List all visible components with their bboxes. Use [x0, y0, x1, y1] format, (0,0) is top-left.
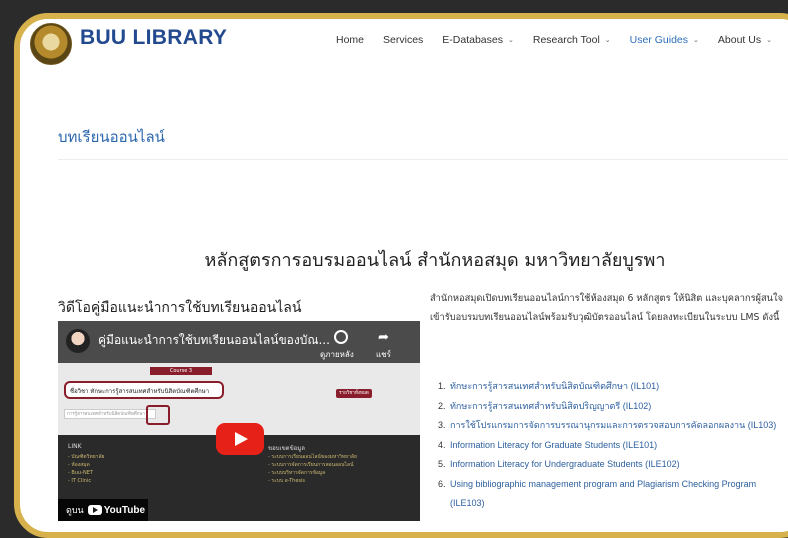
slide-links: - บัณฑิตวิทยาลัย - ห้องสมุด - Buu-NET - … [68, 453, 104, 485]
course-item[interactable]: 6. Using bibliographic management program… [438, 475, 788, 514]
course-number: 2. [438, 400, 446, 411]
slide-info-link: - ระบบการเรียนออนไลน์ของมหาวิทยาลัย [268, 454, 357, 460]
slide-search: การรู้สารสนเทศสำหรับนิสิตบัณฑิตศึกษา [64, 409, 156, 419]
course-list: 1. ทักษะการรู้สารสนเทศสำหรับนิสิตบัณฑิตศึ… [438, 377, 788, 514]
chevron-down-icon: ⌄ [507, 37, 514, 44]
slide-info-links: - ระบบการเรียนออนไลน์ของมหาวิทยาลัย - ระ… [268, 453, 357, 485]
slide-link-heading: LINK [68, 443, 82, 450]
youtube-video-embed[interactable]: Course 3 ชื่อวิชา ทักษะการรู้สารสนเทศสำห… [58, 321, 420, 521]
course-number: 5. [438, 459, 446, 469]
nav-label: Services [383, 34, 424, 46]
intro-paragraph: สำนักหอสมุดเปิดบทเรียนออนไลน์การใช้ห้องส… [430, 293, 784, 323]
nav-label: Home [336, 34, 365, 46]
youtube-logo-icon [87, 505, 102, 515]
channel-avatar[interactable] [66, 329, 90, 353]
nav-home[interactable]: Home [336, 34, 364, 46]
nav-label: E-Databases [442, 34, 503, 46]
slide-link: - IT Clinic [68, 478, 92, 484]
course-item[interactable]: 5. Information Literacy for Undergraduate… [438, 455, 788, 475]
slide-highlight-box [146, 405, 170, 425]
nav-about-us[interactable]: About Us ⌄ [718, 34, 772, 46]
slide-info-link: - ระบบบริหารจัดการข้อมูล [268, 470, 326, 476]
course-number: 6. [438, 478, 446, 489]
slide-link: - Buu-NET [68, 470, 93, 476]
clock-icon[interactable] [334, 330, 348, 344]
nav-services[interactable]: Services [383, 34, 423, 46]
nav-label: Research Tool [532, 34, 600, 46]
share-button[interactable]: แชร์ [376, 348, 391, 361]
page-title: บทเรียนออนไลน์ [58, 128, 165, 146]
chevron-down-icon: ⌄ [766, 37, 772, 44]
video-title[interactable]: คู่มือแนะนำการใช้บทเรียนออนไลน์ของบัณ... [98, 331, 358, 350]
site-header: BUU LIBRARY Home Services E-Databases ⌄ R… [20, 19, 788, 67]
watch-on-youtube-button[interactable]: ดูบน YouTube [58, 499, 148, 521]
course-item[interactable]: 2. ทักษะการรู้สารสนเทศสำหรับนิสิตปริญญาตร… [438, 397, 788, 417]
course-item[interactable]: 4. Information Literacy for Graduate Stud… [438, 436, 788, 456]
share-icon[interactable]: ➦ [378, 330, 389, 345]
course-number: 3. [438, 420, 446, 430]
nav-label: About Us [717, 34, 762, 46]
nav-label: User Guides [629, 34, 689, 46]
slide-info-heading: ขอบเขตข้อมูล [268, 445, 305, 452]
course-item[interactable]: 1. ทักษะการรู้สารสนเทศสำหรับนิสิตบัณฑิตศึ… [438, 377, 788, 397]
course-link[interactable]: การใช้โปรแกรมการจัดการบรรณานุกรมและการตร… [450, 416, 788, 436]
screenshot-frame: BUU LIBRARY Home Services E-Databases ⌄ R… [14, 13, 788, 538]
nav-e-databases[interactable]: E-Databases ⌄ [442, 34, 514, 46]
brand-title[interactable]: BUU LIBRARY [80, 26, 227, 50]
slide-course-title: ชื่อวิชา ทักษะการรู้สารสนเทศสำหรับนิสิตบ… [64, 381, 224, 399]
chevron-down-icon: ⌄ [693, 37, 699, 44]
chevron-down-icon: ⌄ [604, 37, 611, 44]
course-number: 4. [438, 439, 446, 450]
course-link[interactable]: Information Literacy for Undergraduate S… [450, 455, 788, 475]
course-link[interactable]: ทักษะการรู้สารสนเทศสำหรับนิสิตปริญญาตรี … [450, 397, 788, 417]
watch-later-button[interactable]: ดูภายหลัง [320, 348, 354, 361]
nav-research-tool[interactable]: Research Tool ⌄ [533, 34, 611, 46]
slide-link: - ห้องสมุด [68, 462, 90, 468]
course-link[interactable]: ทักษะการรู้สารสนเทศสำหรับนิสิตบัณฑิตศึกษ… [450, 377, 788, 397]
video-section-heading: วิดีโอคู่มือแนะนำการใช้บทเรียนออนไลน์ [58, 300, 302, 316]
main-nav: Home Services E-Databases ⌄ Research Tool… [336, 34, 788, 46]
video-title-bar: คู่มือแนะนำการใช้บทเรียนออนไลน์ของบัณ...… [58, 321, 420, 363]
slide-button: รายวิชาทั้งหมด [336, 389, 372, 398]
slide-info-link: - ระบบการจัดการเรียนการสอนออนไลน์ [268, 462, 354, 468]
watch-on-label: ดูบน [66, 506, 84, 516]
course-number: 1. [438, 381, 446, 391]
nav-user-guides[interactable]: User Guides ⌄ [630, 34, 699, 46]
play-button-icon[interactable] [216, 423, 264, 455]
main-heading: หลักสูตรการอบรมออนไลน์ สำนักหอสมุด มหาวิ… [204, 250, 666, 271]
course-link[interactable]: Using bibliographic management program a… [450, 475, 788, 514]
university-seal-logo[interactable] [30, 23, 72, 65]
slide-course-label: Course 3 [150, 367, 212, 375]
divider [58, 159, 788, 160]
course-link[interactable]: Information Literacy for Graduate Studen… [450, 436, 788, 456]
course-item[interactable]: 3. การใช้โปรแกรมการจัดการบรรณานุกรมและการ… [438, 416, 788, 436]
youtube-wordmark: YouTube [103, 504, 146, 516]
slide-info-link: - ระบบ e-Thesis [268, 478, 306, 484]
slide-link: - บัณฑิตวิทยาลัย [68, 454, 105, 460]
